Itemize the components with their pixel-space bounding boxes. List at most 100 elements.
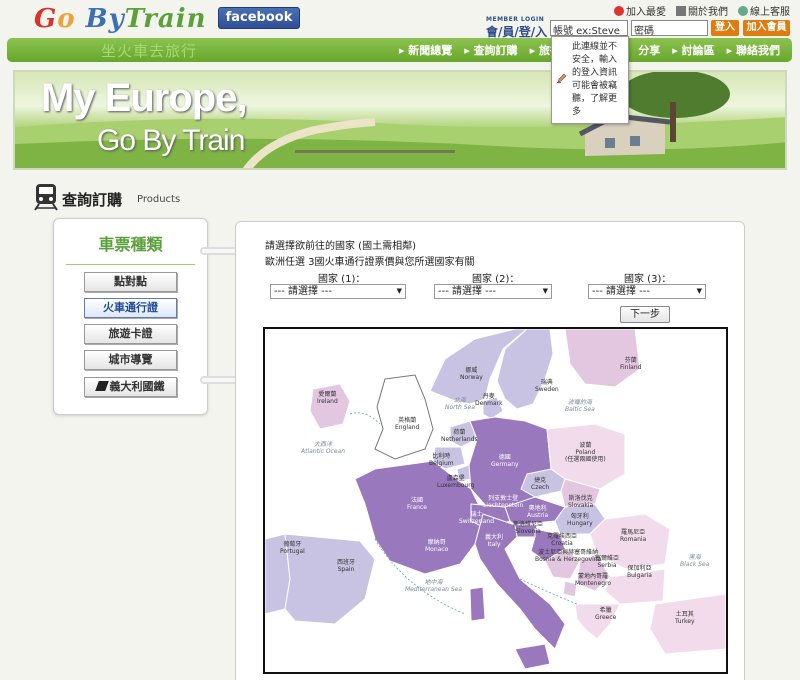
map-label-switzerland[interactable]: 瑞士 Switzerland: [459, 511, 494, 525]
map-label-czech[interactable]: 捷克 Czech: [531, 477, 549, 491]
next-step-button[interactable]: 下一步: [620, 306, 670, 323]
map-label-poland[interactable]: 波蘭 Poland (任選兩國使用): [565, 442, 606, 463]
map-label-en: Belgium: [429, 460, 454, 467]
sidebar-item-label: 旅遊卡證: [108, 327, 153, 340]
insecure-login-tooltip: 此連線並不安全，輸入的登入資訊可能會被竊聽，了解更多: [551, 36, 629, 124]
map-label-en: Finland: [620, 364, 642, 371]
map-label-en: Slovakia: [568, 502, 594, 509]
username-input[interactable]: 帳號 ex:Steve: [550, 20, 628, 37]
map-label-montenegro[interactable]: 蒙地內哥羅 Montenegro: [575, 573, 611, 587]
map-label-slovenia[interactable]: 斯洛維尼亞 Slovenia: [513, 521, 543, 535]
map-label-zh: 斯洛維尼亞: [513, 521, 544, 528]
map-label-zh: 北海: [453, 397, 466, 404]
map-label-italy[interactable]: 義大利 Italy: [485, 534, 503, 548]
pricing-note: 歐洲任選 3國火車通行證票價與您所選國家有關: [265, 257, 475, 268]
country-3-label: 國家 (3)：: [624, 274, 672, 285]
nav-slogan: 坐火車去旅行: [101, 42, 198, 60]
map-label-slovakia[interactable]: 斯洛伐克 Slovakia: [568, 495, 593, 509]
map-label-zh: 丹麥: [482, 393, 495, 400]
nav-item-contact[interactable]: ▸ 聯絡我們: [727, 42, 780, 58]
nav-label: 新聞總覽: [408, 44, 453, 57]
europe-map[interactable]: 挪威 Norway 瑞典 Sweden 芬蘭 Finland 丹麥 Denmark 愛爾…: [263, 327, 728, 674]
map-label-sweden[interactable]: 瑞典 Sweden: [535, 379, 559, 393]
map-label-monaco[interactable]: 摩納哥 Monaco: [425, 539, 448, 553]
map-label-norway[interactable]: 挪威 Norway: [460, 367, 483, 381]
map-label-germany[interactable]: 德國 Germany: [491, 454, 519, 468]
country-1-label: 國家 (1)：: [318, 274, 366, 285]
map-label-en: Atlantic Ocean: [301, 448, 346, 455]
map-label-denmark[interactable]: 丹麥 Denmark: [475, 393, 503, 407]
map-label-turkey[interactable]: 土耳其 Turkey: [675, 611, 695, 625]
map-label-zh: 克羅埃西亞: [547, 533, 578, 540]
map-label-france[interactable]: 法國 France: [407, 497, 427, 511]
facebook-button[interactable]: facebook: [218, 7, 300, 29]
map-label-netherlands[interactable]: 荷蘭 Netherlands: [441, 429, 478, 443]
map-island-sardinia[interactable]: [469, 586, 486, 622]
map-label-greece[interactable]: 希臘 Greece: [595, 607, 616, 621]
link-label: 加入最愛: [626, 7, 666, 18]
site-logo[interactable]: Go ByTrain: [34, 4, 207, 34]
sidebar-item-trenitalia[interactable]: 義大利國鐵: [84, 377, 177, 397]
country-1-select[interactable]: --- 請選擇 ---: [270, 284, 406, 299]
nav-item-forum[interactable]: ▸ 討論區: [672, 42, 714, 58]
map-label-luxembourg[interactable]: 盧森堡 Luxembourg: [437, 475, 474, 489]
map-label-en: Montenegro: [575, 580, 612, 587]
add-favorite-link[interactable]: 加入最愛: [614, 3, 666, 18]
password-input[interactable]: 密碼: [631, 20, 708, 37]
heart-icon: [614, 6, 624, 16]
map-label-zh: 羅馬尼亞: [621, 529, 646, 536]
map-label-serbia[interactable]: 塞爾維亞 Serbia: [595, 555, 619, 569]
map-label-en: Italy: [487, 541, 501, 548]
online-support-link[interactable]: 線上客服: [738, 3, 790, 18]
map-label-liechtenstein[interactable]: 列支敦士登 Liechtenstein: [483, 495, 523, 509]
map-label-zh: 愛爾蘭: [318, 391, 337, 398]
country-2-label: 國家 (2)：: [472, 274, 520, 285]
map-label-belgium[interactable]: 比利時 Belgium: [429, 453, 454, 467]
map-label-england[interactable]: 英格蘭 England: [395, 417, 419, 431]
logo-letter: By: [85, 4, 125, 34]
map-label-portugal[interactable]: 葡萄牙 Portugal: [280, 541, 305, 555]
map-label-zh: 奧地利: [528, 505, 547, 512]
map-label-zh: 波蘭: [579, 442, 592, 449]
map-label-zh: 荷蘭: [453, 429, 466, 436]
map-label-en: Turkey: [675, 618, 695, 625]
map-label-en: Luxembourg: [437, 482, 475, 489]
map-label-spain[interactable]: 西班牙 Spain: [337, 559, 355, 573]
map-label-zh: 土耳其: [675, 611, 694, 618]
sidebar-item-label: 城市導覽: [108, 353, 153, 366]
login-button[interactable]: 登入: [711, 20, 739, 36]
map-label-croatia[interactable]: 克羅埃西亞 Croatia: [547, 533, 577, 547]
nav-item-booking[interactable]: ▸ 查詢訂購: [464, 42, 517, 58]
map-label-zh: 列支敦士登: [488, 495, 519, 502]
map-label-romania[interactable]: 羅馬尼亞 Romania: [620, 529, 646, 543]
nav-item-share[interactable]: 分享: [638, 42, 660, 58]
sidebar-item-point-to-point[interactable]: 點對點: [84, 272, 177, 292]
trenitalia-icon: [94, 381, 109, 391]
map-label-austria[interactable]: 奧地利 Austria: [527, 505, 548, 519]
map-label-en: North Sea: [445, 404, 475, 411]
sidebar-item-rail-pass[interactable]: 火車通行證: [84, 298, 177, 318]
map-label-bulgaria[interactable]: 保加利亞 Bulgaria: [627, 565, 652, 579]
panel-connector: [200, 247, 240, 255]
link-label: 線上客服: [750, 7, 790, 18]
nav-item-news[interactable]: ▸ 新聞總覽: [399, 42, 452, 58]
map-label-zh: 瑞典: [540, 379, 553, 386]
map-label-bosnia[interactable]: 波士尼亞與赫塞哥維納 Bosnia & Herzegovina: [535, 549, 601, 563]
map-label-zh: 保加利亞: [627, 565, 652, 572]
map-label-finland[interactable]: 芬蘭 Finland: [620, 357, 641, 371]
map-island-sicily[interactable]: [514, 643, 551, 670]
map-label-zh: 義大利: [485, 534, 504, 541]
nav-label: 討論區: [681, 44, 715, 57]
country-3-select[interactable]: --- 請選擇 ---: [588, 284, 706, 299]
map-label-zh: 盧森堡: [446, 475, 465, 482]
hero-banner: My Europe, Go By Train: [13, 70, 787, 170]
map-label-en: France: [407, 504, 427, 511]
map-label-hungary[interactable]: 匈牙利 Hungary: [567, 513, 593, 527]
map-label-ireland[interactable]: 愛爾蘭 Ireland: [317, 391, 338, 405]
join-member-button[interactable]: 加入會員: [743, 20, 790, 36]
sidebar-item-city-guide[interactable]: 城市導覽: [84, 350, 177, 370]
about-us-link[interactable]: 關於我們: [676, 3, 728, 18]
member-login-label: MEMBER LOGIN 會/員/登/入: [486, 16, 548, 40]
country-2-select[interactable]: --- 請選擇 ---: [434, 284, 552, 299]
sidebar-item-travel-card[interactable]: 旅遊卡證: [84, 324, 177, 344]
